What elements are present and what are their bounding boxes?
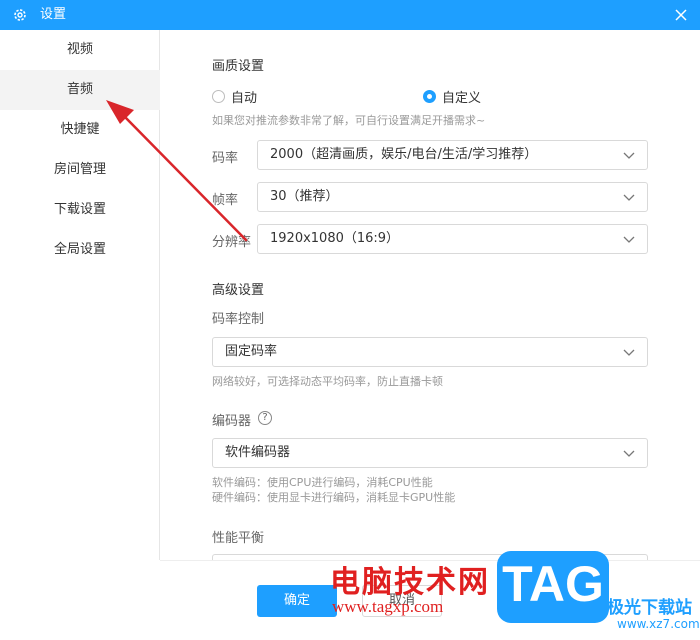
rate-control-value: 固定码率 (225, 344, 278, 359)
ok-button[interactable]: 确定 (257, 585, 337, 617)
sidebar-item-global-settings[interactable]: 全局设置 (0, 230, 160, 270)
sidebar-item-download-settings[interactable]: 下载设置 (0, 190, 160, 230)
chevron-down-icon (623, 349, 635, 356)
sidebar-item-audio[interactable]: 音频 (0, 70, 160, 110)
rate-control-hint: 网络较好，可选择动态平均码率，防止直播卡顿 (212, 375, 443, 388)
chevron-down-icon (623, 450, 635, 457)
title-bar: 设置 (0, 0, 700, 30)
chevron-down-icon (623, 236, 635, 243)
sidebar-item-room-management[interactable]: 房间管理 (0, 150, 160, 190)
watermark-site-url: www.xz7.com (617, 617, 700, 631)
performance-balance-label: 性能平衡 (212, 531, 265, 546)
encoder-hint-software: 软件编码：使用CPU进行编码，消耗CPU性能 (212, 476, 433, 489)
sidebar: 视频 音频 快捷键 房间管理 下载设置 全局设置 (0, 30, 160, 560)
watermark-site-name: 极光下载站 (607, 598, 692, 618)
watermark-logo: TAG (497, 551, 609, 623)
resolution-value: 1920x1080（16:9） (270, 231, 400, 246)
bitrate-select[interactable]: 2000（超清画质，娱乐/电台/生活/学习推荐） (257, 140, 648, 170)
encoder-value: 软件编码器 (225, 445, 291, 460)
watermark-url: www.tagxp.com (332, 597, 444, 616)
bitrate-value: 2000（超清画质，娱乐/电台/生活/学习推荐） (270, 147, 538, 162)
resolution-select[interactable]: 1920x1080（16:9） (257, 224, 648, 254)
close-icon[interactable] (672, 6, 690, 24)
chevron-down-icon (623, 194, 635, 201)
framerate-value: 30（推荐） (270, 189, 339, 204)
encoder-hint-hardware: 硬件编码：使用显卡进行编码，消耗显卡GPU性能 (212, 491, 456, 504)
radio-circle (212, 90, 225, 103)
radio-custom[interactable]: 自定义 (423, 87, 481, 106)
radio-circle-checked (423, 90, 436, 103)
chevron-down-icon (623, 152, 635, 159)
watermark-text: 电脑技术网 (330, 565, 490, 600)
watermark-logo-text: TAG (502, 556, 604, 612)
quality-hint: 如果您对推流参数非常了解，可自行设置满足开播需求~ (212, 114, 486, 127)
encoder-label: 编码器 (212, 414, 252, 429)
radio-custom-label: 自定义 (442, 91, 482, 106)
radio-auto[interactable]: 自动 (212, 87, 257, 106)
advanced-settings-title: 高级设置 (212, 283, 265, 298)
help-icon[interactable]: ? (258, 411, 272, 425)
window-title: 设置 (40, 7, 67, 22)
gear-icon (14, 9, 26, 21)
rate-control-select[interactable]: 固定码率 (212, 337, 648, 367)
quality-settings-title: 画质设置 (212, 59, 265, 74)
bitrate-label: 码率 (212, 151, 239, 166)
encoder-select[interactable]: 软件编码器 (212, 438, 648, 468)
radio-auto-label: 自动 (231, 91, 258, 106)
framerate-select[interactable]: 30（推荐） (257, 182, 648, 212)
framerate-label: 帧率 (212, 193, 239, 208)
sidebar-item-video[interactable]: 视频 (0, 30, 160, 70)
sidebar-item-shortcuts[interactable]: 快捷键 (0, 110, 160, 150)
resolution-label: 分辨率 (212, 235, 252, 250)
rate-control-label: 码率控制 (212, 312, 265, 327)
